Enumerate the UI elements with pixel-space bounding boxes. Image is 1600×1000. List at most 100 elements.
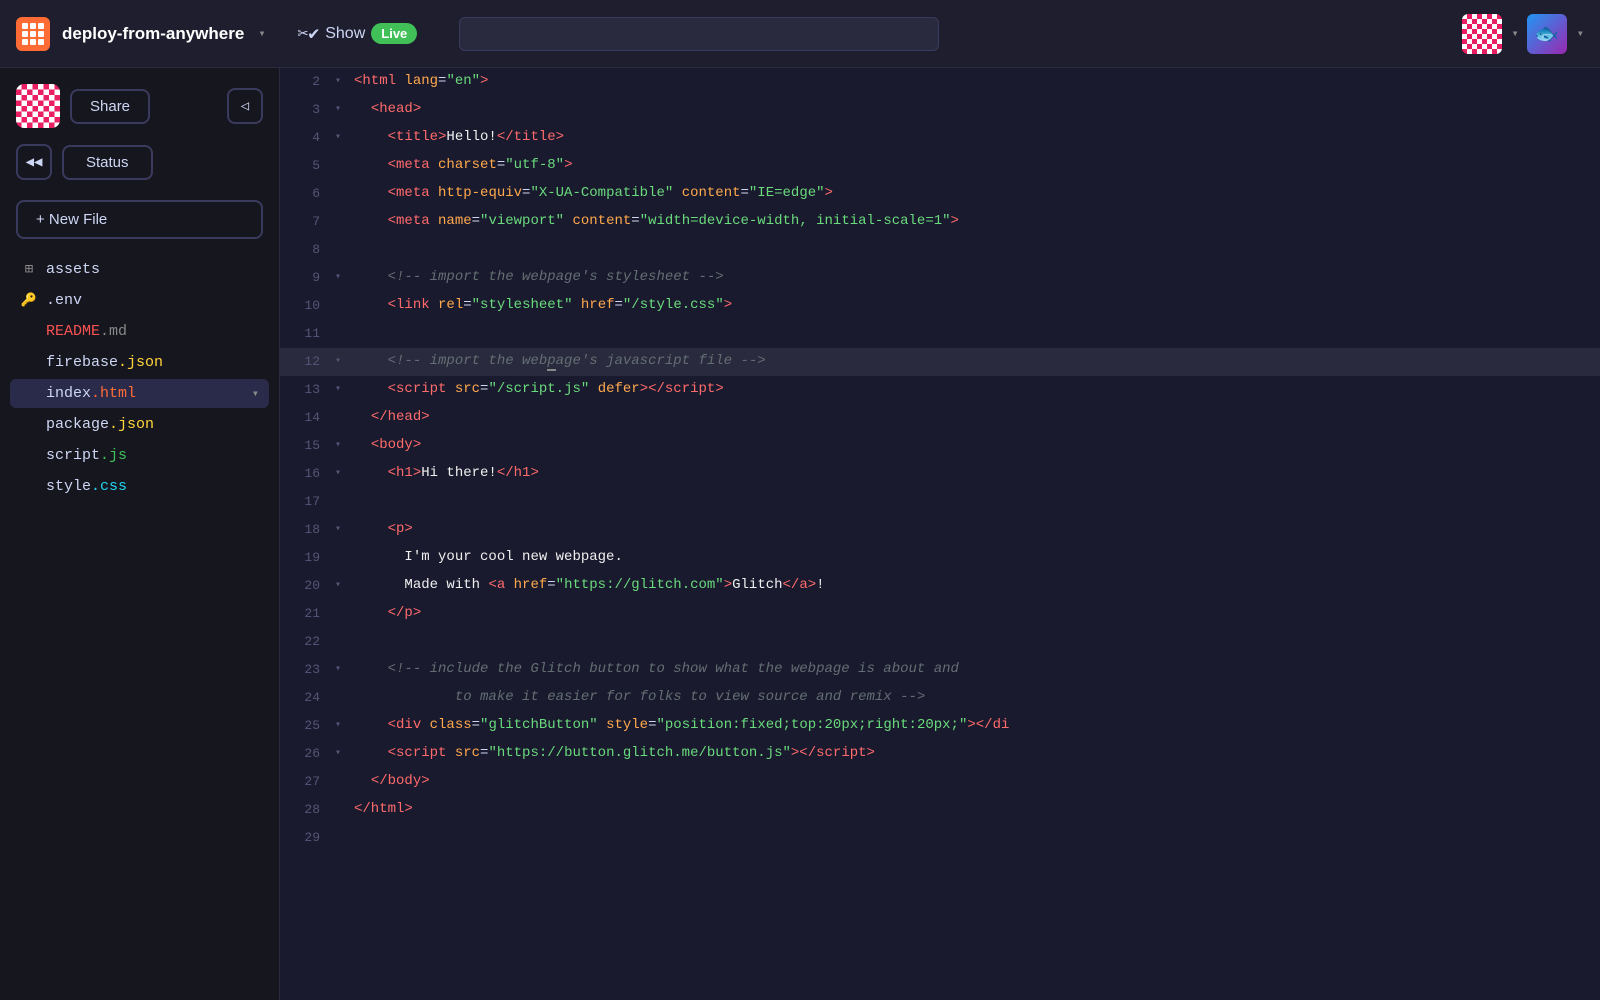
line-number: 27 [280, 768, 330, 796]
sidebar-item-readme[interactable]: README.md [10, 317, 269, 346]
fold-arrow[interactable]: ▾ [330, 376, 346, 404]
fold-arrow[interactable]: ▾ [330, 572, 346, 600]
fold-arrow[interactable]: ▾ [330, 68, 346, 96]
avatar-fish[interactable]: 🐟 [1527, 14, 1567, 54]
avatar-checkerboard[interactable] [1462, 14, 1502, 54]
fold-arrow[interactable]: ▾ [330, 740, 346, 768]
line-content: <meta http-equiv="X-UA-Compatible" conte… [346, 180, 1600, 208]
line-content: <!-- import the webpage's stylesheet --> [346, 264, 1600, 292]
sidebar-item-firebase[interactable]: firebase.json [10, 348, 269, 377]
sidebar-item-assets[interactable]: ⊞ assets [10, 255, 269, 284]
project-name[interactable]: deploy-from-anywhere [62, 24, 244, 44]
table-row: 7 <meta name="viewport" content="width=d… [280, 208, 1600, 236]
line-content [346, 824, 1600, 852]
file-name-script: script.js [46, 447, 127, 464]
search-input[interactable] [459, 17, 939, 51]
table-row: 15 ▾ <body> [280, 432, 1600, 460]
line-content [346, 320, 1600, 348]
fold-arrow [330, 152, 346, 180]
table-row: 3 ▾ <head> [280, 96, 1600, 124]
table-row: 22 [280, 628, 1600, 656]
status-button[interactable]: Status [62, 145, 153, 180]
table-row: 17 [280, 488, 1600, 516]
table-row: 9 ▾ <!-- import the webpage's stylesheet… [280, 264, 1600, 292]
fold-arrow[interactable]: ▾ [330, 712, 346, 740]
collapse-button[interactable]: ◁ [227, 88, 263, 124]
show-live-button[interactable]: ✂✔ Show Live [298, 23, 418, 45]
line-content: </head> [346, 404, 1600, 432]
fold-arrow[interactable]: ▾ [330, 656, 346, 684]
table-row: 11 [280, 320, 1600, 348]
line-number: 11 [280, 320, 330, 348]
line-content: to make it easier for folks to view sour… [346, 684, 1600, 712]
line-number: 3 [280, 96, 330, 124]
line-content: <meta charset="utf-8"> [346, 152, 1600, 180]
live-badge: Live [371, 23, 417, 44]
sidebar-item-index[interactable]: index.html ▾ [10, 379, 269, 408]
sidebar: Share ◁ ◀◀ Status + New File ⊞ assets 🔑 … [0, 68, 280, 1000]
sidebar-item-script[interactable]: script.js [10, 441, 269, 470]
fold-arrow[interactable]: ▾ [330, 460, 346, 488]
line-content: <!-- include the Glitch button to show w… [346, 656, 1600, 684]
line-number: 18 [280, 516, 330, 544]
line-number: 14 [280, 404, 330, 432]
project-dropdown-icon[interactable]: ▾ [258, 26, 265, 41]
fold-arrow [330, 544, 346, 572]
table-row: 21 </p> [280, 600, 1600, 628]
back-button[interactable]: ◀◀ [16, 144, 52, 180]
line-number: 8 [280, 236, 330, 264]
table-row: 4 ▾ <title>Hello!</title> [280, 124, 1600, 152]
sidebar-item-package[interactable]: package.json [10, 410, 269, 439]
line-content: I'm your cool new webpage. [346, 544, 1600, 572]
search-bar [459, 17, 939, 51]
line-number: 6 [280, 180, 330, 208]
new-file-button[interactable]: + New File [16, 200, 263, 239]
fold-arrow[interactable]: ▾ [330, 264, 346, 292]
sidebar-item-env[interactable]: 🔑 .env [10, 286, 269, 315]
line-number: 10 [280, 292, 330, 320]
line-content: <script src="https://button.glitch.me/bu… [346, 740, 1600, 768]
line-number: 26 [280, 740, 330, 768]
file-name-index: index.html [46, 385, 136, 402]
avatar2-dropdown-icon[interactable]: ▾ [1577, 26, 1584, 41]
sidebar-item-style[interactable]: style.css [10, 472, 269, 501]
line-content: <script src="/script.js" defer></script> [346, 376, 1600, 404]
line-number: 29 [280, 824, 330, 852]
file-name-firebase: firebase.json [46, 354, 163, 371]
fold-arrow [330, 600, 346, 628]
line-content: <link rel="stylesheet" href="/style.css"… [346, 292, 1600, 320]
fold-arrow[interactable]: ▾ [330, 516, 346, 544]
fold-arrow [330, 292, 346, 320]
fold-arrow[interactable]: ▾ [330, 124, 346, 152]
fold-arrow[interactable]: ▾ [330, 96, 346, 124]
fold-arrow [330, 180, 346, 208]
file-name-readme: README.md [46, 323, 127, 340]
fold-arrow [330, 488, 346, 516]
line-number: 22 [280, 628, 330, 656]
file-name-assets: assets [46, 261, 100, 278]
line-content: <body> [346, 432, 1600, 460]
topbar-right: ▾ 🐟 ▾ [1462, 14, 1584, 54]
line-content: </p> [346, 600, 1600, 628]
line-content: <title>Hello!</title> [346, 124, 1600, 152]
table-row: 27 </body> [280, 768, 1600, 796]
share-button[interactable]: Share [70, 89, 150, 124]
line-content: <html lang="en"> [346, 68, 1600, 96]
fold-arrow[interactable]: ▾ [330, 348, 346, 376]
line-number: 23 [280, 656, 330, 684]
table-row: 29 [280, 824, 1600, 852]
line-content: <!-- import the webpage's javascript fil… [346, 348, 1600, 376]
line-number: 28 [280, 796, 330, 824]
table-row: 16 ▾ <h1>Hi there!</h1> [280, 460, 1600, 488]
fold-arrow[interactable]: ▾ [330, 432, 346, 460]
line-content: </html> [346, 796, 1600, 824]
table-row: 12 ▾ <!-- import the webpage's javascrip… [280, 348, 1600, 376]
line-content: </body> [346, 768, 1600, 796]
index-dropdown-icon: ▾ [252, 386, 259, 401]
code-editor[interactable]: 2 ▾ <html lang="en"> 3 ▾ <head> 4 ▾ <tit… [280, 68, 1600, 1000]
avatar1-dropdown-icon[interactable]: ▾ [1512, 26, 1519, 41]
table-row: 10 <link rel="stylesheet" href="/style.c… [280, 292, 1600, 320]
line-number: 20 [280, 572, 330, 600]
key-icon: 🔑 [20, 293, 38, 308]
fold-arrow [330, 768, 346, 796]
